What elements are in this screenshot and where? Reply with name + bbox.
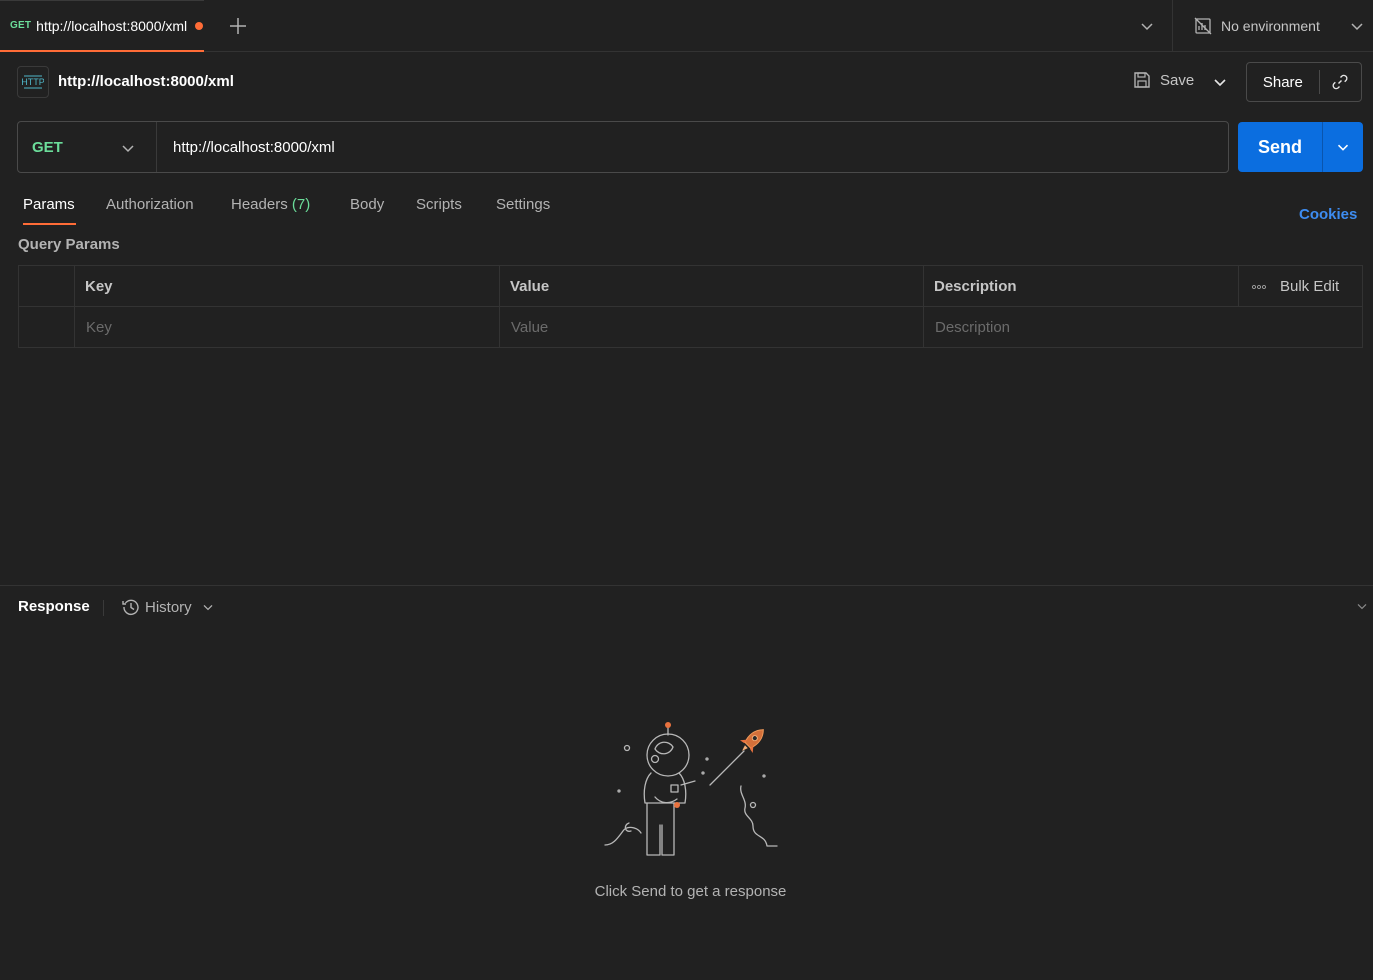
tab-settings[interactable]: Settings [496, 196, 550, 213]
plus-icon[interactable] [226, 14, 250, 38]
send-label: Send [1257, 136, 1302, 157]
description-cell [924, 307, 1362, 348]
value-input[interactable] [500, 307, 923, 348]
request-tab-url: http://localhost:8000/xml [36, 17, 188, 34]
tab-bar: GET http://localhost:8000/xml No environ… [0, 0, 1373, 52]
bulk-edit-button[interactable]: Bulk Edit [1252, 266, 1339, 307]
save-label: Save [1160, 71, 1195, 89]
value-column-header: Value [500, 266, 924, 306]
request-title[interactable]: http://localhost:8000/xml [58, 73, 234, 90]
query-params-table: Key Value Description Bulk Edit [18, 265, 1363, 348]
astronaut-rocket-illustration [595, 715, 785, 865]
tab-headers[interactable]: Headers (7) [231, 196, 310, 213]
history-icon [121, 597, 141, 617]
description-column-header: Description [924, 266, 1239, 306]
http-icon: HTTP [17, 66, 49, 98]
empty-response-message: Click Send to get a response [594, 883, 787, 900]
tab-headers-label: Headers [231, 196, 288, 213]
send-button[interactable]: Send [1238, 122, 1363, 172]
tab-scripts[interactable]: Scripts [416, 196, 462, 213]
method-selector[interactable]: GET [18, 122, 157, 172]
chevron-down-icon[interactable] [1137, 16, 1157, 36]
table-row [19, 307, 1362, 348]
chevron-down-icon [200, 599, 216, 615]
environment-label: No environment [1221, 18, 1320, 34]
save-button[interactable]: Save [1132, 70, 1194, 90]
value-cell [500, 307, 924, 348]
divider [103, 600, 104, 616]
key-column-header: Key [75, 266, 500, 306]
row-checkbox-cell [19, 307, 75, 348]
checkbox-column-header [19, 266, 75, 306]
headers-count: (7) [291, 196, 311, 213]
share-button[interactable]: Share [1246, 62, 1362, 102]
query-params-title: Query Params [18, 236, 120, 253]
active-tab-indicator [23, 223, 76, 225]
save-icon [1132, 70, 1152, 90]
environment-selector[interactable]: No environment [1172, 0, 1373, 52]
tab-authorization[interactable]: Authorization [106, 196, 194, 213]
chevron-down-icon[interactable] [1210, 72, 1230, 92]
chevron-down-icon[interactable] [1323, 138, 1363, 156]
description-input[interactable] [924, 307, 1362, 348]
tab-body[interactable]: Body [350, 196, 384, 213]
chevron-down-icon [118, 138, 138, 158]
more-icon [1252, 284, 1266, 290]
history-label: History [145, 598, 192, 616]
chevron-down-icon [1347, 16, 1367, 36]
share-label: Share [1262, 73, 1303, 91]
link-icon[interactable] [1320, 72, 1361, 92]
url-bar: GET [17, 121, 1229, 173]
chevron-down-icon[interactable] [1354, 598, 1370, 614]
request-tab-method: GET [10, 20, 32, 31]
no-environment-icon [1193, 16, 1213, 36]
request-tab[interactable]: GET http://localhost:8000/xml [0, 0, 204, 52]
key-cell [75, 307, 500, 348]
table-header-row: Key Value Description Bulk Edit [19, 266, 1362, 307]
url-input[interactable] [157, 122, 1228, 172]
tab-params[interactable]: Params [23, 196, 75, 213]
cookies-link[interactable]: Cookies [1299, 206, 1357, 223]
svg-text:HTTP: HTTP [22, 77, 44, 87]
history-button[interactable]: History [121, 597, 216, 617]
method-value: GET [32, 138, 63, 156]
key-input[interactable] [75, 307, 499, 348]
unsaved-changes-dot [195, 21, 204, 30]
pane-divider[interactable] [0, 585, 1373, 586]
bulk-edit-label: Bulk Edit [1280, 278, 1340, 295]
response-title: Response [18, 598, 90, 615]
